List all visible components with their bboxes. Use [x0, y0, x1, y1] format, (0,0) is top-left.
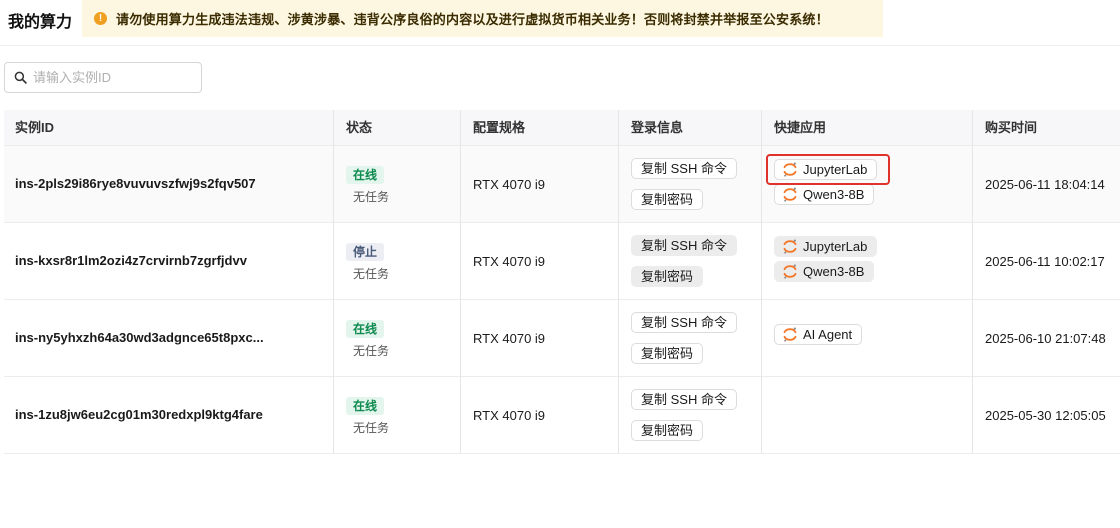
column-header-time: 购买时间 — [985, 120, 1038, 135]
copy-ssh-command-button[interactable]: 复制 SSH 命令 — [631, 158, 737, 179]
app-shortcut-button[interactable]: AI Agent — [774, 324, 863, 345]
table-row: ins-2pls29i86rye8vuvuvszfwj9s2fqv507 在线 … — [4, 146, 1120, 223]
table-row: ins-kxsr8r1lm2ozi4z7crvirnb7zgrfjdvv 停止 … — [4, 223, 1120, 300]
cell-spec: RTX 4070 i9 — [462, 377, 618, 453]
cell-time: 2025-05-30 12:05:05 — [974, 377, 1120, 453]
cell-spec: RTX 4070 i9 — [462, 146, 618, 222]
instance-id: ins-kxsr8r1lm2ozi4z7crvirnb7zgrfjdvv — [15, 253, 247, 268]
cell-spec: RTX 4070 i9 — [462, 223, 618, 299]
jupyter-icon — [783, 264, 803, 279]
cell-time: 2025-06-11 10:02:17 — [974, 223, 1120, 299]
page-header: 我的算力 ! 请勿使用算力生成违法违规、涉黄涉暴、违背公序良俗的内容以及进行虚拟… — [0, 0, 1120, 38]
column-divider — [972, 110, 973, 453]
page-title: 我的算力 — [8, 14, 73, 31]
app-shortcut-label: AI Agent — [803, 327, 853, 342]
copy-password-button[interactable]: 复制密码 — [631, 189, 704, 210]
purchase-time: 2025-06-11 18:04:14 — [985, 177, 1105, 192]
cell-id: ins-kxsr8r1lm2ozi4z7crvirnb7zgrfjdvv — [4, 223, 333, 299]
column-divider — [761, 110, 762, 453]
cell-id: ins-ny5yhxzh64a30wd3adgnce65t8pxc... — [4, 300, 333, 376]
instance-id: ins-1zu8jw6eu2cg01m30redxpl9ktg4fare — [15, 407, 263, 422]
cell-login: 复制 SSH 命令 复制密码 — [620, 223, 761, 299]
highlight-box — [766, 154, 890, 185]
search-box[interactable] — [4, 62, 202, 93]
app-shortcut-label: Qwen3-8B — [803, 187, 865, 202]
jupyter-icon — [783, 187, 803, 202]
cell-apps: JupyterLab Qwen3-8B — [763, 223, 971, 299]
purchase-time: 2025-06-10 21:07:48 — [985, 331, 1106, 346]
column-header-status: 状态 — [346, 120, 373, 135]
copy-ssh-command-button[interactable]: 复制 SSH 命令 — [631, 235, 737, 256]
instance-id: ins-2pls29i86rye8vuvuvszfwj9s2fqv507 — [15, 176, 256, 191]
header-divider — [0, 45, 1120, 46]
app-shortcut-button[interactable]: JupyterLab — [774, 236, 878, 257]
cell-status: 在线 无任务 — [335, 377, 461, 453]
table-header: 实例ID 状态 配置规格 登录信息 快捷应用 购买时间 — [4, 110, 1120, 146]
cell-spec: RTX 4070 i9 — [462, 300, 618, 376]
search-input[interactable] — [33, 70, 183, 85]
copy-password-button[interactable]: 复制密码 — [631, 266, 704, 287]
app-shortcut-label: JupyterLab — [803, 239, 868, 254]
cell-login: 复制 SSH 命令 复制密码 — [620, 146, 761, 222]
cell-time: 2025-06-11 18:04:14 — [974, 146, 1120, 222]
purchase-time: 2025-06-11 10:02:17 — [985, 254, 1105, 269]
task-status: 无任务 — [353, 344, 390, 358]
task-status: 无任务 — [353, 421, 390, 435]
instance-table: 实例ID 状态 配置规格 登录信息 快捷应用 购买时间 ins-2pls29i8… — [4, 110, 1120, 454]
cell-apps: AI Agent — [763, 300, 971, 376]
instance-id: ins-ny5yhxzh64a30wd3adgnce65t8pxc... — [15, 330, 264, 345]
copy-password-button[interactable]: 复制密码 — [631, 420, 704, 441]
status-badge: 停止 — [346, 243, 385, 261]
column-divider — [618, 110, 619, 453]
cell-login: 复制 SSH 命令 复制密码 — [620, 377, 761, 453]
status-badge: 在线 — [346, 397, 385, 415]
purchase-time: 2025-05-30 12:05:05 — [985, 408, 1106, 423]
column-header-apps: 快捷应用 — [774, 120, 827, 135]
status-badge: 在线 — [346, 320, 385, 338]
cell-id: ins-2pls29i86rye8vuvuvszfwj9s2fqv507 — [4, 146, 333, 222]
cell-status: 在线 无任务 — [335, 300, 461, 376]
table-row: ins-1zu8jw6eu2cg01m30redxpl9ktg4fare 在线 … — [4, 377, 1120, 454]
app-shortcut-label: Qwen3-8B — [803, 264, 865, 279]
warning-text: 请勿使用算力生成违法违规、涉黄涉暴、违背公序良俗的内容以及进行虚拟货币相关业务！… — [116, 12, 829, 27]
cell-login: 复制 SSH 命令 复制密码 — [620, 300, 761, 376]
spec-text: RTX 4070 i9 — [473, 254, 546, 269]
column-divider — [460, 110, 461, 453]
spec-text: RTX 4070 i9 — [473, 177, 546, 192]
cell-time: 2025-06-10 21:07:48 — [974, 300, 1120, 376]
column-header-login: 登录信息 — [631, 120, 684, 135]
task-status: 无任务 — [353, 190, 390, 204]
app-shortcut-button[interactable]: Qwen3-8B — [774, 261, 875, 282]
jupyter-icon — [783, 239, 803, 254]
table-row: ins-ny5yhxzh64a30wd3adgnce65t8pxc... 在线 … — [4, 300, 1120, 377]
jupyter-icon — [783, 327, 803, 342]
column-header-spec: 配置规格 — [473, 120, 526, 135]
copy-password-button[interactable]: 复制密码 — [631, 343, 704, 364]
column-header-id: 实例ID — [15, 120, 55, 135]
cell-status: 停止 无任务 — [335, 223, 461, 299]
cell-status: 在线 无任务 — [335, 146, 461, 222]
cell-apps — [763, 377, 971, 453]
search-icon — [14, 71, 27, 84]
warning-circle-icon: ! — [94, 12, 107, 25]
column-divider — [333, 110, 334, 453]
warning-banner: ! 请勿使用算力生成违法违规、涉黄涉暴、违背公序良俗的内容以及进行虚拟货币相关业… — [82, 0, 883, 37]
task-status: 无任务 — [353, 267, 390, 281]
spec-text: RTX 4070 i9 — [473, 331, 546, 346]
status-badge: 在线 — [346, 166, 385, 184]
copy-ssh-command-button[interactable]: 复制 SSH 命令 — [631, 312, 737, 333]
app-shortcut-button[interactable]: Qwen3-8B — [774, 184, 875, 205]
copy-ssh-command-button[interactable]: 复制 SSH 命令 — [631, 389, 737, 410]
cell-id: ins-1zu8jw6eu2cg01m30redxpl9ktg4fare — [4, 377, 333, 453]
spec-text: RTX 4070 i9 — [473, 408, 546, 423]
